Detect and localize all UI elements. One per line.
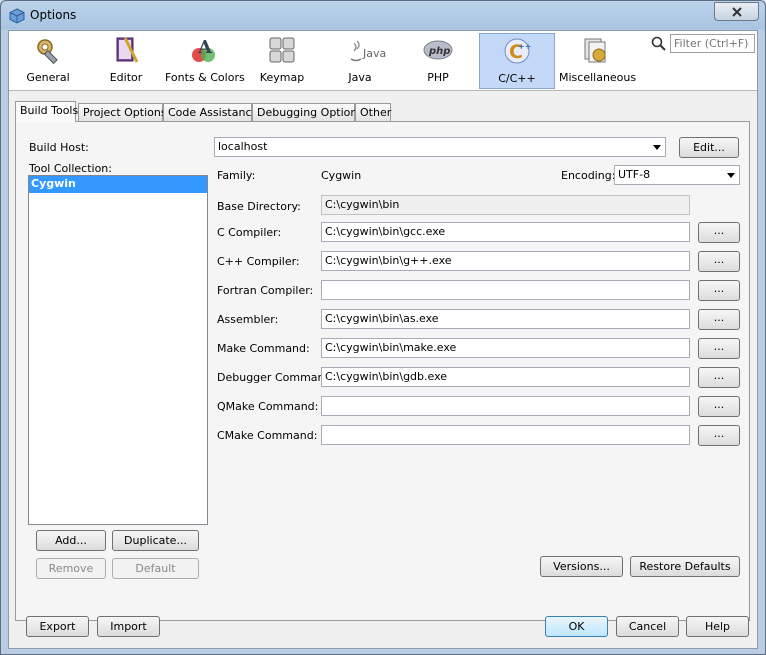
debugger-command-label: Debugger Command: xyxy=(217,371,336,384)
category-label: C/C++ xyxy=(498,72,536,85)
cancel-button[interactable]: Cancel xyxy=(616,616,679,637)
options-window: Options General Editor A Fonts & Colors … xyxy=(0,0,766,655)
tab-debugging-options[interactable]: Debugging Options xyxy=(252,103,363,121)
category-label: Keymap xyxy=(259,71,305,84)
category-label: Fonts & Colors xyxy=(165,71,245,84)
cpp-compiler-browse-button[interactable]: ... xyxy=(698,251,740,272)
cpp-icon: C ++ xyxy=(504,38,531,64)
chevron-down-icon xyxy=(727,173,735,178)
tab-build-tools[interactable]: Build Tools xyxy=(15,101,78,122)
c-compiler-browse-button[interactable]: ... xyxy=(698,222,740,243)
category-label: Java xyxy=(348,71,372,84)
edit-host-button[interactable]: Edit... xyxy=(679,137,739,158)
add-button[interactable]: Add... xyxy=(36,530,106,551)
make-command-label: Make Command: xyxy=(217,342,310,355)
category-cpp[interactable]: C ++ C/C++ xyxy=(479,33,555,89)
category-miscellaneous[interactable]: Miscellaneous xyxy=(559,33,637,89)
svg-text:Java: Java xyxy=(362,47,386,60)
tool-collection-list[interactable]: Cygwin xyxy=(28,175,208,525)
fortran-compiler-field[interactable] xyxy=(321,280,690,300)
category-label: Editor xyxy=(109,71,143,84)
default-button[interactable]: Default xyxy=(112,558,199,579)
make-command-browse-button[interactable]: ... xyxy=(698,338,740,359)
category-toolbar: General Editor A Fonts & Colors Keymap J… xyxy=(9,31,757,91)
php-icon: php xyxy=(423,40,453,60)
gear-wrench-icon xyxy=(37,39,58,65)
debugger-command-browse-button[interactable]: ... xyxy=(698,367,740,388)
export-button[interactable]: Export xyxy=(26,616,89,637)
cmake-command-label: CMake Command: xyxy=(217,429,318,442)
fortran-compiler-label: Fortran Compiler: xyxy=(217,284,314,297)
category-fonts-colors[interactable]: A Fonts & Colors xyxy=(165,33,245,89)
encoding-select[interactable]: UTF-8 xyxy=(614,165,740,185)
window-title: Options xyxy=(30,8,77,22)
tab-other[interactable]: Other xyxy=(355,103,391,121)
category-label: PHP xyxy=(427,71,449,84)
versions-button[interactable]: Versions... xyxy=(540,556,623,577)
encoding-label: Encoding: xyxy=(561,169,616,182)
build-host-label: Build Host: xyxy=(29,141,89,154)
category-java[interactable]: Java Java xyxy=(325,33,395,89)
base-directory-field: C:\cygwin\bin xyxy=(321,195,690,215)
category-editor[interactable]: Editor xyxy=(91,33,161,89)
c-compiler-field[interactable]: C:\cygwin\bin\gcc.exe xyxy=(321,222,690,242)
make-command-field[interactable]: C:\cygwin\bin\make.exe xyxy=(321,338,690,358)
tab-code-assistance[interactable]: Code Assistance xyxy=(163,103,258,121)
restore-defaults-button[interactable]: Restore Defaults xyxy=(630,556,740,577)
filter-input[interactable] xyxy=(670,34,755,53)
assembler-label: Assembler: xyxy=(217,313,279,326)
svg-text:A: A xyxy=(197,37,213,58)
remove-button[interactable]: Remove xyxy=(36,558,106,579)
base-directory-label: Base Directory: xyxy=(217,200,301,213)
title-bar: Options xyxy=(1,1,765,30)
dialog-content: General Editor A Fonts & Colors Keymap J… xyxy=(8,30,758,649)
misc-icon xyxy=(584,38,606,63)
category-keymap[interactable]: Keymap xyxy=(247,33,317,89)
category-php[interactable]: php PHP xyxy=(403,33,473,89)
cpp-compiler-label: C++ Compiler: xyxy=(217,255,300,268)
qmake-command-browse-button[interactable]: ... xyxy=(698,396,740,417)
family-value: Cygwin xyxy=(321,169,362,182)
help-button[interactable]: Help xyxy=(686,616,749,637)
fortran-compiler-browse-button[interactable]: ... xyxy=(698,280,740,301)
ok-button[interactable]: OK xyxy=(545,616,608,637)
qmake-command-label: QMake Command: xyxy=(217,400,319,413)
chevron-down-icon xyxy=(653,145,661,150)
close-icon xyxy=(731,6,742,17)
assembler-browse-button[interactable]: ... xyxy=(698,309,740,330)
fonts-colors-icon: A xyxy=(192,37,215,62)
category-label: General xyxy=(26,71,70,84)
category-general[interactable]: General xyxy=(13,33,83,89)
category-label: Miscellaneous xyxy=(559,71,637,84)
qmake-command-field[interactable] xyxy=(321,396,690,416)
netbeans-cube-icon xyxy=(9,8,25,24)
list-item[interactable]: Cygwin xyxy=(29,176,207,193)
duplicate-button[interactable]: Duplicate... xyxy=(112,530,199,551)
assembler-field[interactable]: C:\cygwin\bin\as.exe xyxy=(321,309,690,329)
c-compiler-label: C Compiler: xyxy=(217,226,282,239)
search-icon xyxy=(651,36,666,51)
close-button[interactable] xyxy=(714,2,759,21)
cmake-command-browse-button[interactable]: ... xyxy=(698,425,740,446)
family-label: Family: xyxy=(217,169,256,182)
tool-collection-label: Tool Collection: xyxy=(29,162,112,175)
svg-text:++: ++ xyxy=(518,42,531,51)
keyboard-icon xyxy=(269,37,295,63)
import-button[interactable]: Import xyxy=(97,616,160,637)
cmake-command-field[interactable] xyxy=(321,425,690,445)
tab-project-options[interactable]: Project Options xyxy=(78,103,167,121)
encoding-value: UTF-8 xyxy=(618,168,651,181)
cpp-compiler-field[interactable]: C:\cygwin\bin\g++.exe xyxy=(321,251,690,271)
book-pen-icon xyxy=(116,37,139,63)
svg-text:php: php xyxy=(428,46,450,57)
build-host-value: localhost xyxy=(218,140,268,153)
build-host-select[interactable]: localhost xyxy=(214,137,666,157)
build-tools-panel: Build Host: localhost Edit... Tool Colle… xyxy=(15,121,750,621)
java-icon: Java xyxy=(350,40,386,62)
debugger-command-field[interactable]: C:\cygwin\bin\gdb.exe xyxy=(321,367,690,387)
